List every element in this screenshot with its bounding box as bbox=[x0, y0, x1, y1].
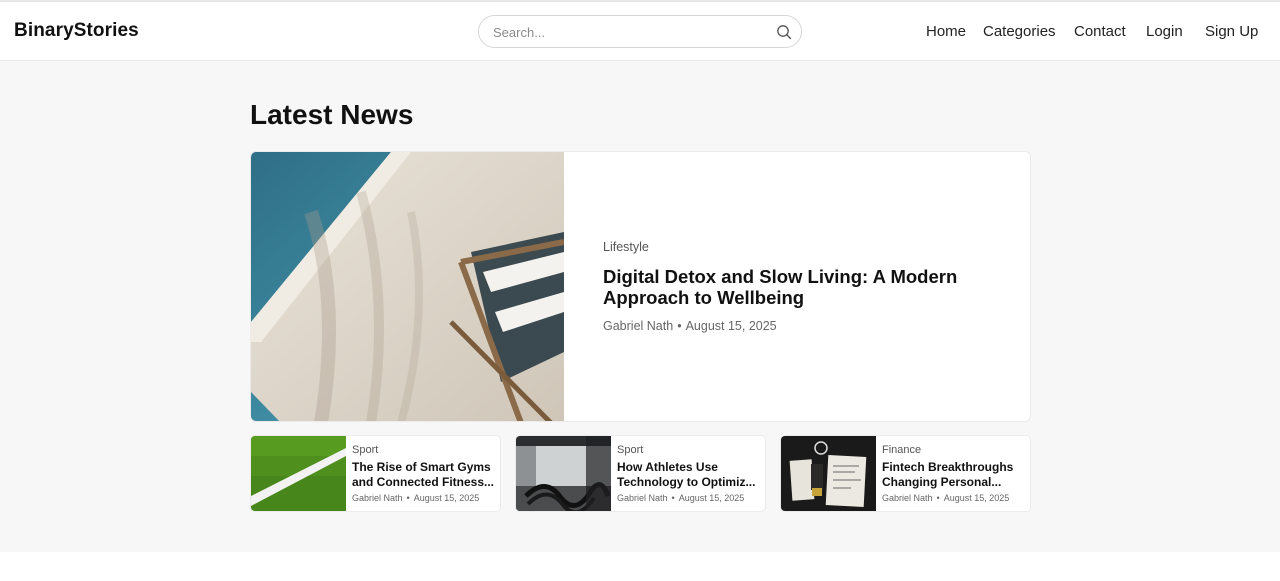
card-title-line: How Athletes Use bbox=[617, 460, 718, 474]
featured-author: Gabriel Nath bbox=[603, 319, 674, 333]
card-title[interactable]: Fintech Breakthroughs Changing Personal.… bbox=[882, 460, 1026, 490]
card-category[interactable]: Sport bbox=[352, 444, 496, 456]
card-meta: Gabriel Nath • August 15, 2025 bbox=[882, 493, 1026, 503]
news-card[interactable]: Finance Fintech Breakthroughs Changing P… bbox=[780, 435, 1031, 512]
card-body: Finance Fintech Breakthroughs Changing P… bbox=[882, 444, 1026, 503]
featured-title[interactable]: Digital Detox and Slow Living: A Modern … bbox=[603, 266, 1013, 308]
nav-contact[interactable]: Contact bbox=[1074, 23, 1126, 40]
site-header: BinaryStories Home Categories Contact Lo… bbox=[0, 2, 1280, 61]
featured-image[interactable] bbox=[251, 152, 564, 422]
nav-login[interactable]: Login bbox=[1146, 23, 1183, 40]
search-box[interactable] bbox=[478, 15, 802, 48]
featured-date: August 15, 2025 bbox=[685, 319, 777, 333]
card-date: August 15, 2025 bbox=[413, 493, 480, 503]
card-title[interactable]: The Rise of Smart Gyms and Connected Fit… bbox=[352, 460, 496, 490]
nav-signup[interactable]: Sign Up bbox=[1205, 23, 1258, 40]
card-title-line: and Connected Fitness... bbox=[352, 475, 495, 489]
meta-separator: • bbox=[677, 319, 682, 333]
card-author: Gabriel Nath bbox=[352, 493, 403, 503]
news-card[interactable]: Sport The Rise of Smart Gyms and Connect… bbox=[250, 435, 501, 512]
meta-separator: • bbox=[671, 493, 675, 503]
card-body: Sport How Athletes Use Technology to Opt… bbox=[617, 444, 761, 503]
site-logo[interactable]: BinaryStories bbox=[14, 20, 139, 42]
card-image[interactable] bbox=[251, 436, 346, 512]
card-body: Sport The Rise of Smart Gyms and Connect… bbox=[352, 444, 496, 503]
featured-category[interactable]: Lifestyle bbox=[603, 240, 1013, 254]
card-meta: Gabriel Nath • August 15, 2025 bbox=[617, 493, 761, 503]
news-cards: Sport The Rise of Smart Gyms and Connect… bbox=[250, 435, 1031, 512]
card-title[interactable]: How Athletes Use Technology to Optimiz..… bbox=[617, 460, 761, 490]
card-category[interactable]: Sport bbox=[617, 444, 761, 456]
nav-categories[interactable]: Categories bbox=[983, 23, 1056, 40]
featured-meta: Gabriel Nath • August 15, 2025 bbox=[603, 319, 1013, 333]
card-title-line: Technology to Optimiz... bbox=[617, 475, 756, 489]
search-input[interactable] bbox=[493, 23, 763, 41]
card-author: Gabriel Nath bbox=[882, 493, 933, 503]
nav-home[interactable]: Home bbox=[926, 23, 966, 40]
card-title-line: The Rise of Smart Gyms bbox=[352, 460, 491, 474]
featured-body: Lifestyle Digital Detox and Slow Living:… bbox=[603, 240, 1013, 333]
card-category[interactable]: Finance bbox=[882, 444, 1026, 456]
card-date: August 15, 2025 bbox=[678, 493, 745, 503]
news-card[interactable]: Sport How Athletes Use Technology to Opt… bbox=[515, 435, 766, 512]
main-content: Latest News Lifestyle Digital Detox and … bbox=[0, 62, 1280, 552]
page-title: Latest News bbox=[250, 99, 414, 130]
card-author: Gabriel Nath bbox=[617, 493, 668, 503]
card-meta: Gabriel Nath • August 15, 2025 bbox=[352, 493, 496, 503]
card-title-line: Fintech Breakthroughs bbox=[882, 460, 1014, 474]
card-title-line: Changing Personal... bbox=[882, 475, 1002, 489]
card-date: August 15, 2025 bbox=[943, 493, 1010, 503]
meta-separator: • bbox=[936, 493, 940, 503]
card-image[interactable] bbox=[516, 436, 611, 512]
featured-article[interactable]: Lifestyle Digital Detox and Slow Living:… bbox=[250, 151, 1031, 422]
card-image[interactable] bbox=[781, 436, 876, 512]
meta-separator: • bbox=[406, 493, 410, 503]
search-icon[interactable] bbox=[776, 24, 792, 40]
